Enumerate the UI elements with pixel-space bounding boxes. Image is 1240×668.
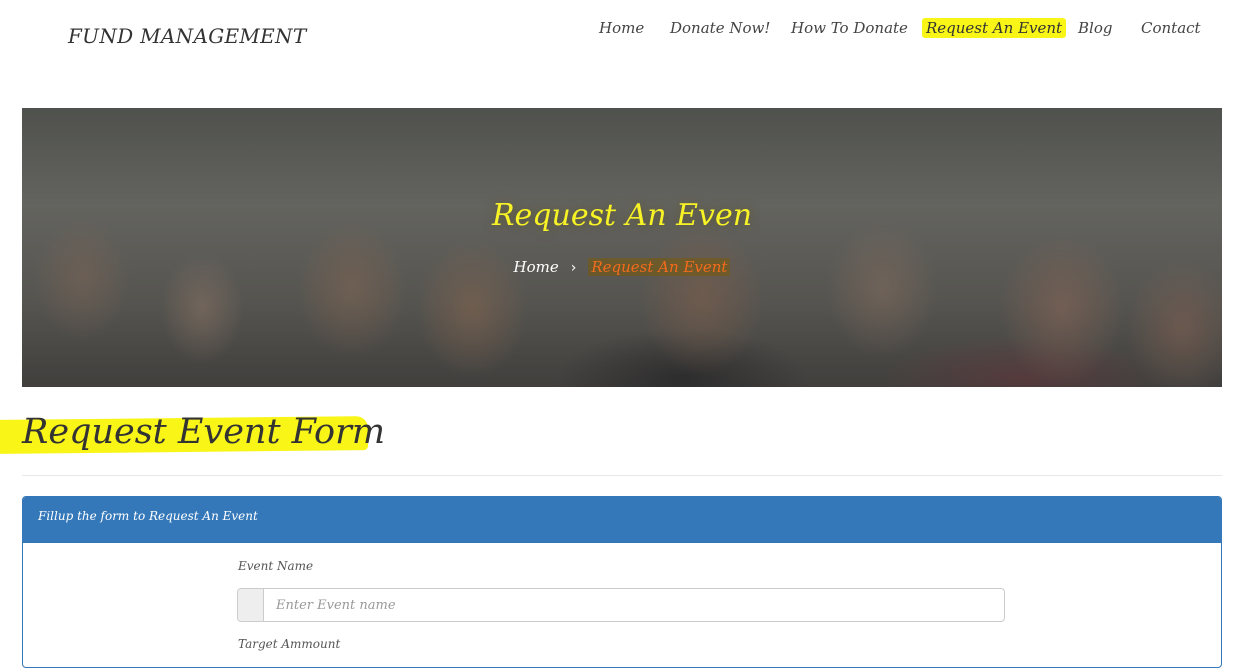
- event-name-input[interactable]: [264, 589, 1004, 621]
- divider: [22, 475, 1222, 476]
- main-nav: Home Donate Now! How To Donate Request A…: [0, 18, 1240, 42]
- breadcrumb-separator-icon: ›: [570, 260, 577, 276]
- breadcrumb: Home › Request An Event: [22, 258, 1222, 276]
- breadcrumb-home-link[interactable]: Home: [514, 258, 559, 276]
- event-name-input-group: [237, 588, 1005, 622]
- nav-request-an-event[interactable]: Request An Event: [922, 18, 1067, 38]
- nav-how-to-donate[interactable]: How To Donate: [787, 18, 912, 38]
- input-addon: [238, 589, 264, 621]
- hero-title: Request An Even: [491, 198, 753, 233]
- nav-home[interactable]: Home: [595, 18, 648, 38]
- panel-heading: Fillup the form to Request An Event: [23, 497, 1221, 543]
- breadcrumb-current: Request An Event: [588, 258, 731, 276]
- hero-banner: Request An Even Home › Request An Event: [22, 108, 1222, 387]
- request-event-form-panel: Fillup the form to Request An Event Even…: [22, 496, 1222, 668]
- nav-donate-now[interactable]: Donate Now!: [666, 18, 774, 38]
- page-title: Request Event Form: [22, 412, 386, 452]
- event-name-label: Event Name: [238, 559, 314, 573]
- nav-contact[interactable]: Contact: [1137, 18, 1205, 38]
- nav-blog[interactable]: Blog: [1074, 18, 1116, 38]
